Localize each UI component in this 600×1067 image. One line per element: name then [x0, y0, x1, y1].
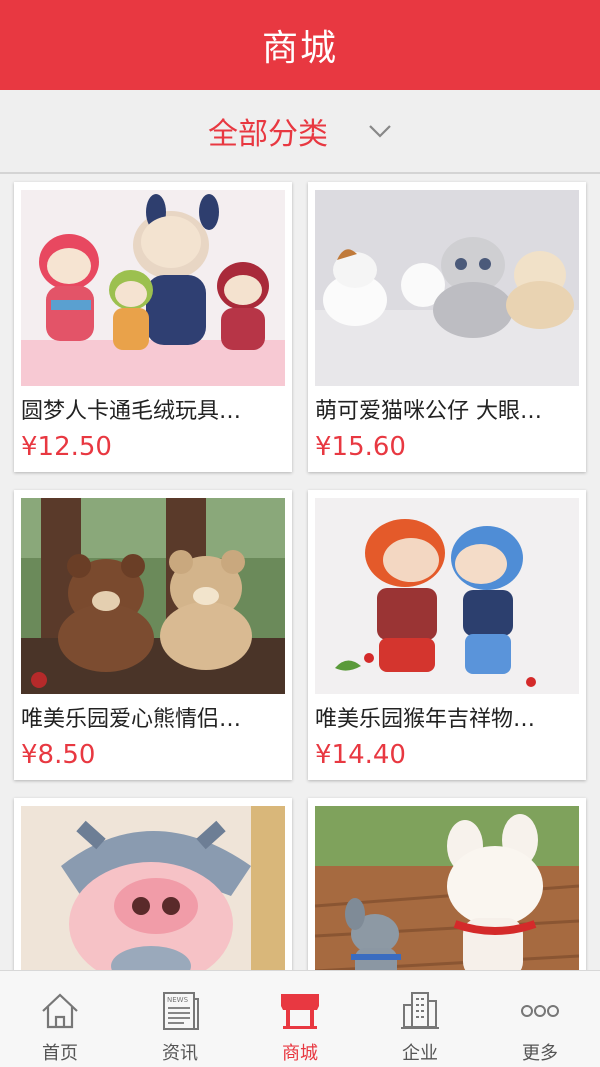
tab-news[interactable]: NEWS 资讯 [120, 971, 240, 1067]
tab-home[interactable]: 首页 [0, 971, 120, 1067]
category-filter[interactable]: 全部分类 [0, 90, 600, 174]
shop-icon [281, 994, 319, 1029]
product-price: ¥14.40 [315, 740, 406, 770]
product-card[interactable]: 唯美乐园爱心熊情侣… ¥8.50 [14, 490, 292, 780]
product-name: 唯美乐园猴年吉祥物… [315, 707, 536, 732]
product-card[interactable]: 唯美乐园猴年吉祥物… ¥14.40 [308, 490, 586, 780]
tab-label: 商城 [282, 1043, 318, 1064]
product-image-plush-monkeys [315, 498, 579, 694]
home-icon [42, 993, 78, 1029]
product-image-teddy-bears [21, 498, 285, 694]
product-card[interactable]: 萌可爱猫咪公仔 大眼… ¥15.60 [308, 182, 586, 472]
product-price: ¥12.50 [21, 432, 112, 462]
svg-text:NEWS: NEWS [167, 996, 189, 1004]
tab-company[interactable]: 企业 [360, 971, 480, 1067]
tab-shop[interactable]: 商城 [240, 971, 360, 1067]
top-app-bar: 商城 [0, 0, 600, 90]
building-icon [401, 992, 439, 1029]
tab-label: 企业 [402, 1043, 438, 1064]
tab-more[interactable]: 更多 [480, 971, 600, 1067]
tab-label: 资讯 [162, 1043, 198, 1064]
page-title: 商城 [261, 28, 338, 69]
product-card[interactable]: 圆梦人卡通毛绒玩具… ¥12.50 [14, 182, 292, 472]
more-icon [521, 1005, 559, 1017]
category-filter-label: 全部分类 [208, 117, 328, 152]
product-name: 萌可爱猫咪公仔 大眼… [315, 399, 542, 424]
bottom-tab-bar: 首页 NEWS 资讯 商城 企业 更多 [0, 970, 600, 1067]
news-icon: NEWS [163, 992, 199, 1030]
product-price: ¥15.60 [315, 432, 406, 462]
product-name: 唯美乐园爱心熊情侣… [21, 707, 242, 732]
chevron-down-icon [369, 125, 391, 138]
product-price: ¥8.50 [21, 740, 96, 770]
product-image-plush-rabbits [21, 190, 285, 386]
product-name: 圆梦人卡通毛绒玩具… [21, 399, 242, 424]
product-image-plush-cats [315, 190, 579, 386]
tab-label: 更多 [522, 1043, 558, 1064]
tab-label: 首页 [42, 1043, 78, 1064]
